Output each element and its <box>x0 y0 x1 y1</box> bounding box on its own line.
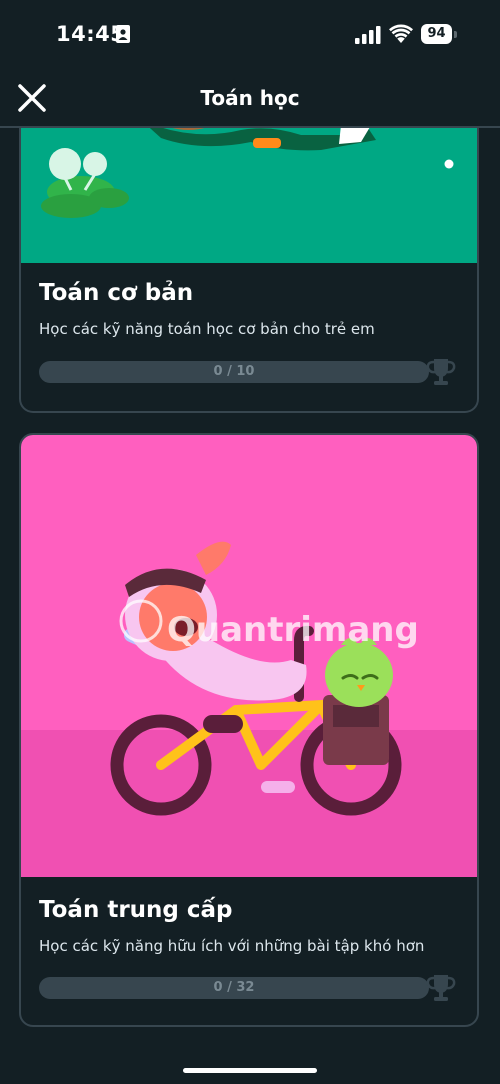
course-description: Học các kỹ năng toán học cơ bản cho trẻ … <box>39 320 375 338</box>
course-title: Toán cơ bản <box>39 280 194 306</box>
course-progress-bar: 0 / 10 <box>39 361 429 383</box>
course-card-body: Toán trung cấp Học các kỹ năng hữu ích v… <box>39 897 459 1001</box>
course-progress-label: 0 / 10 <box>213 364 255 379</box>
battery-indicator: 94 <box>421 24 452 44</box>
wifi-icon <box>389 24 413 43</box>
trophy-icon <box>426 975 456 1001</box>
cellular-signal-icon <box>355 26 381 44</box>
page-title: Toán học <box>200 86 300 110</box>
contact-card-icon <box>116 25 130 43</box>
course-progress-label: 0 / 32 <box>213 980 255 995</box>
trophy-icon <box>426 359 456 385</box>
header-divider <box>0 126 500 128</box>
header: Toán học <box>0 70 500 126</box>
course-list-screen: 14:45 94 Toán cơ bản Học các kỹ năng toá… <box>0 0 500 1084</box>
course-description: Học các kỹ năng hữu ích với những bài tậ… <box>39 937 425 955</box>
course-title: Toán trung cấp <box>39 897 233 923</box>
course-illustration-intermediate: Quantrimang <box>21 435 477 877</box>
course-card-body: Toán cơ bản Học các kỹ năng toán học cơ … <box>39 280 459 385</box>
course-progress-bar: 0 / 32 <box>39 977 429 999</box>
watermark-text: Quantrimang <box>167 610 419 650</box>
home-indicator[interactable] <box>183 1068 317 1073</box>
status-bar: 14:45 94 <box>0 0 500 70</box>
battery-tip <box>454 31 457 38</box>
course-card-intermediate[interactable]: Quantrimang Toán trung cấp Học các kỹ nă… <box>19 433 479 1027</box>
status-time: 14:45 <box>56 22 126 46</box>
course-card-basic[interactable]: Toán cơ bản Học các kỹ năng toán học cơ … <box>19 80 479 413</box>
